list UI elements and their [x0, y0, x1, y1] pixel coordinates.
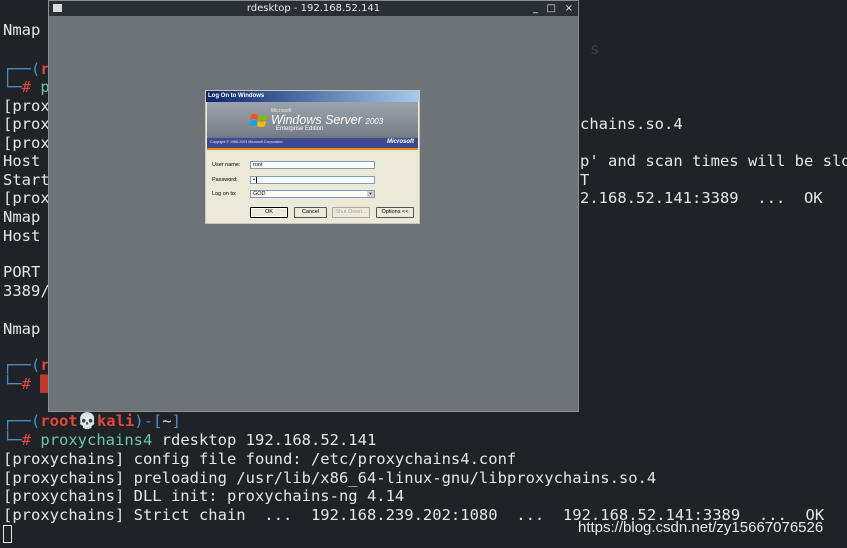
logon-to-label: Log on to:	[212, 191, 237, 197]
terminal-line: chains.so.4	[580, 115, 683, 133]
brand-edition: Enterprise Edition	[276, 126, 324, 132]
text-caret	[255, 177, 257, 183]
microsoft-logo: Microsoft	[387, 139, 414, 145]
options-button[interactable]: Options <<	[376, 207, 414, 218]
output-line: [proxychains] config file found: /etc/pr…	[3, 450, 517, 468]
terminal-line: [prox	[3, 115, 50, 133]
rdesktop-titlebar[interactable]: rdesktop - 192.168.52.141 _ □ ×	[49, 1, 578, 16]
windows-banner: Microsoft Windows Server 2003 Enterprise…	[207, 102, 418, 148]
chevron-down-icon[interactable]: ▼	[367, 191, 374, 197]
password-input[interactable]: •	[250, 176, 375, 184]
close-icon[interactable]: ×	[565, 1, 573, 16]
prompt-fragment: ┌──(r	[3, 356, 50, 374]
terminal-line: Host	[3, 152, 41, 170]
terminal-line: 3389/	[3, 282, 50, 300]
username-label: User name:	[212, 162, 241, 168]
ok-button[interactable]: OK	[250, 207, 288, 218]
prompt-line-1: ┌──(root💀kali)-[~]	[3, 412, 181, 430]
logon-dialog: Log On to Windows Microsoft Windows Serv…	[205, 90, 420, 224]
divider	[207, 148, 418, 150]
cancel-button[interactable]: Cancel	[294, 207, 327, 218]
output-line: [proxychains] preloading /usr/lib/x86_64…	[3, 469, 657, 487]
username-input[interactable]: root	[250, 161, 375, 169]
rdesktop-window[interactable]: rdesktop - 192.168.52.141 _ □ × Log On t…	[48, 0, 579, 412]
prompt-fragment: └─# p	[3, 78, 50, 96]
terminal-line: Start	[3, 171, 50, 189]
copyright-text: Copyright © 1985-2003 Microsoft Corporat…	[210, 140, 283, 144]
terminal-line: p' and scan times will be slo	[580, 152, 847, 170]
terminal-line: [prox	[3, 134, 50, 152]
terminal-line: Nmap	[3, 208, 41, 226]
maximize-icon[interactable]: □	[547, 1, 556, 16]
shutdown-button[interactable]: Shut Down...	[332, 207, 370, 218]
ghost-text: s	[590, 40, 600, 58]
terminal-line: PORT	[3, 263, 41, 281]
terminal-line: [prox	[3, 189, 50, 207]
terminal-line: Nmap	[3, 21, 41, 39]
terminal-line: Host	[3, 227, 41, 245]
prompt-fragment: └─# █	[3, 375, 50, 393]
minimize-icon[interactable]: _	[533, 1, 538, 16]
logon-to-select[interactable]: GOD ▼	[250, 190, 375, 198]
remote-desktop-area[interactable]: Log On to Windows Microsoft Windows Serv…	[49, 16, 578, 411]
terminal-line: 2.168.52.141:3389 ... OK	[580, 189, 823, 207]
terminal-line: [prox	[3, 97, 50, 115]
watermark-url: https://blog.csdn.net/zy15667076526	[578, 519, 824, 536]
window-icon	[53, 4, 62, 12]
terminal-cursor	[3, 525, 12, 543]
windows-flag-icon	[249, 114, 267, 127]
prompt-line-2: └─# proxychains4 rdesktop 192.168.52.141	[3, 431, 377, 449]
dialog-title[interactable]: Log On to Windows	[206, 91, 419, 102]
rdesktop-title: rdesktop - 192.168.52.141	[246, 3, 381, 14]
prompt-fragment: ┌──(r	[3, 60, 50, 78]
terminal-line: Nmap	[3, 320, 41, 338]
output-line: [proxychains] DLL init: proxychains-ng 4…	[3, 487, 405, 505]
password-label: Password:	[212, 177, 238, 183]
brand-name: Windows Server 2003	[271, 113, 384, 127]
terminal-line: T	[580, 171, 590, 189]
